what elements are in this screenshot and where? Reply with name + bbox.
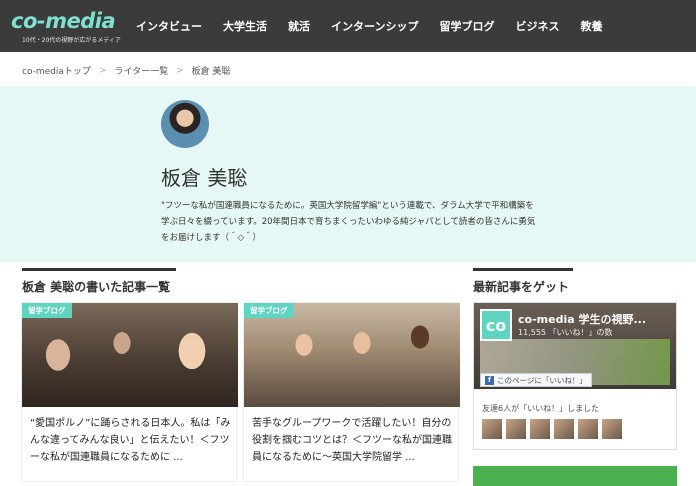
fb-page-logo[interactable]: co xyxy=(480,309,512,341)
articles-section-title: 板倉 美聡の書いた記事一覧 xyxy=(22,268,176,295)
chevron-right-icon: > xyxy=(176,65,184,76)
chevron-right-icon: > xyxy=(98,65,107,76)
main-nav: インタビュー 大学生活 就活 インターンシップ 留学ブログ ビジネス 教養 xyxy=(136,0,623,52)
nav-item-interview[interactable]: インタビュー xyxy=(136,18,202,34)
friend-avatar[interactable] xyxy=(506,419,526,439)
article-title[interactable]: 苦手なグループワークで活躍したい！自分の役割を掴むコツとは？＜フツーな私が国連職… xyxy=(252,415,456,466)
breadcrumb: co-mediaトップ > ライター一覧 > 板倉 美聡 xyxy=(22,64,231,78)
nav-item-business[interactable]: ビジネス xyxy=(515,18,559,34)
logo-text: co-media xyxy=(11,9,116,33)
category-tag[interactable]: 留学ブログ xyxy=(244,303,294,318)
nav-item-liberal-arts[interactable]: 教養 xyxy=(580,18,602,34)
logo-tagline: 10代・20代の視野が広がるメディア xyxy=(22,37,121,44)
nav-item-job-hunting[interactable]: 就活 xyxy=(288,18,310,34)
breadcrumb-writers[interactable]: ライター一覧 xyxy=(114,64,168,77)
avatar xyxy=(161,100,209,148)
nav-item-study-abroad[interactable]: 留学ブログ xyxy=(439,18,494,34)
fb-friends-text: 友達6人が「いいね！」しました xyxy=(482,404,600,413)
friend-avatar[interactable] xyxy=(554,419,574,439)
friend-avatar[interactable] xyxy=(602,419,622,439)
fb-page-name[interactable]: co-media 学生の視野... xyxy=(518,311,674,327)
friend-avatar[interactable] xyxy=(530,419,550,439)
category-tag[interactable]: 留学ブログ xyxy=(22,303,72,318)
breadcrumb-current: 板倉 美聡 xyxy=(191,67,231,77)
site-logo[interactable]: co-media 10代・20代の視野が広がるメディア xyxy=(11,9,121,45)
sidebar-section-title: 最新記事をゲット xyxy=(473,268,573,295)
site-header: co-media 10代・20代の視野が広がるメディア インタビュー 大学生活 … xyxy=(0,0,696,52)
article-title[interactable]: “愛国ポルノ”に踊らされる日本人。私は「みんな違ってみんな良い」と伝えたい！＜フ… xyxy=(30,415,234,466)
friend-avatar[interactable] xyxy=(578,419,598,439)
nav-item-internship[interactable]: インターンシップ xyxy=(331,18,418,34)
article-thumbnail[interactable] xyxy=(22,303,238,407)
article-card[interactable]: 留学ブログ “愛国ポルノ”に踊らされる日本人。私は「みんな違ってみんな良い」と伝… xyxy=(21,302,238,482)
fb-friend-faces xyxy=(482,419,626,439)
author-profile: 板倉 美聡 "フツーな私が国連職員になるために。英国大学院留学編"という連載で、… xyxy=(0,86,696,262)
author-name: 板倉 美聡 xyxy=(161,166,248,190)
breadcrumb-home[interactable]: co-mediaトップ xyxy=(22,64,91,77)
friend-avatar[interactable] xyxy=(482,419,502,439)
facebook-page-widget: co co-media 学生の視野... 11,555 「いいね！」の数 f こ… xyxy=(473,302,677,450)
sidebar-banner[interactable] xyxy=(473,466,677,486)
fb-like-count: 11,555 「いいね！」の数 xyxy=(518,328,613,337)
fb-like-button-label: このページに「いいね！」 xyxy=(497,375,587,385)
facebook-icon: f xyxy=(485,375,494,385)
article-thumbnail[interactable] xyxy=(244,303,460,407)
fb-like-button[interactable]: f このページに「いいね！」 xyxy=(480,373,592,387)
author-bio: "フツーな私が国連職員になるために。英国大学院留学編"という連載で、ダラム大学で… xyxy=(161,201,536,243)
article-card[interactable]: 留学ブログ 苦手なグループワークで活躍したい！自分の役割を掴むコツとは？＜フツー… xyxy=(243,302,460,482)
nav-item-campus-life[interactable]: 大学生活 xyxy=(223,18,267,34)
